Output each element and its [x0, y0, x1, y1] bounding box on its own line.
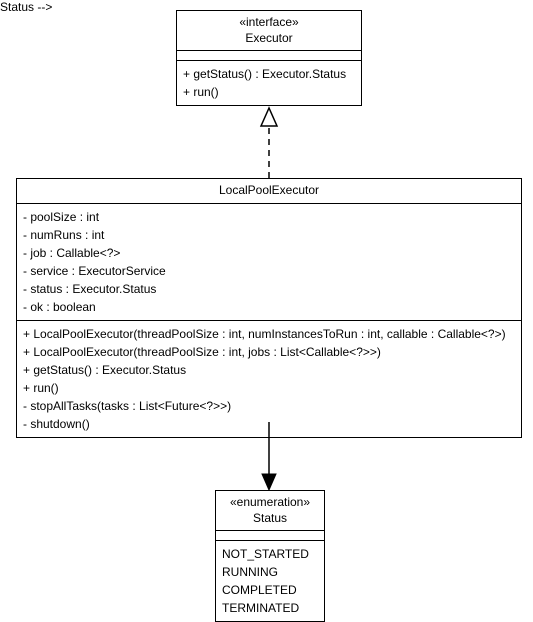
method-row: + run() [23, 379, 515, 397]
localpool-name: LocalPoolExecutor [23, 183, 515, 199]
status-empty [216, 531, 324, 541]
method-row: + run() [183, 83, 355, 101]
executor-interface-box: «interface» Executor + getStatus() : Exe… [176, 10, 362, 106]
localpool-methods: + LocalPoolExecutor(threadPoolSize : int… [17, 321, 521, 437]
status-title: «enumeration» Status [216, 491, 324, 531]
field-row: - status : Executor.Status [23, 280, 515, 298]
method-row: + getStatus() : Executor.Status [23, 361, 515, 379]
executor-fields-empty [177, 51, 361, 61]
enum-value: RUNNING [222, 563, 318, 581]
executor-name: Executor [183, 31, 355, 47]
status-stereotype: «enumeration» [222, 495, 318, 511]
localpool-title: LocalPoolExecutor [17, 179, 521, 204]
executor-title: «interface» Executor [177, 11, 361, 51]
method-row: + LocalPoolExecutor(threadPoolSize : int… [23, 343, 515, 361]
executor-stereotype: «interface» [183, 15, 355, 31]
localpool-fields: - poolSize : int - numRuns : int - job :… [17, 204, 521, 321]
field-row: - service : ExecutorService [23, 262, 515, 280]
field-row: - ok : boolean [23, 298, 515, 316]
field-row: - poolSize : int [23, 208, 515, 226]
status-values: NOT_STARTED RUNNING COMPLETED TERMINATED [216, 541, 324, 621]
enum-value: COMPLETED [222, 581, 318, 599]
method-row: + getStatus() : Executor.Status [183, 65, 355, 83]
field-row: - numRuns : int [23, 226, 515, 244]
method-row: + LocalPoolExecutor(threadPoolSize : int… [23, 325, 515, 343]
field-row: - job : Callable<?> [23, 244, 515, 262]
localpoolexecutor-box: LocalPoolExecutor - poolSize : int - num… [16, 178, 522, 438]
status-name: Status [222, 511, 318, 527]
status-enum-box: «enumeration» Status NOT_STARTED RUNNING… [215, 490, 325, 622]
method-row: - stopAllTasks(tasks : List<Future<?>>) [23, 397, 515, 415]
enum-value: NOT_STARTED [222, 545, 318, 563]
executor-methods: + getStatus() : Executor.Status + run() [177, 61, 361, 105]
enum-value: TERMINATED [222, 599, 318, 617]
method-row: - shutdown() [23, 415, 515, 433]
